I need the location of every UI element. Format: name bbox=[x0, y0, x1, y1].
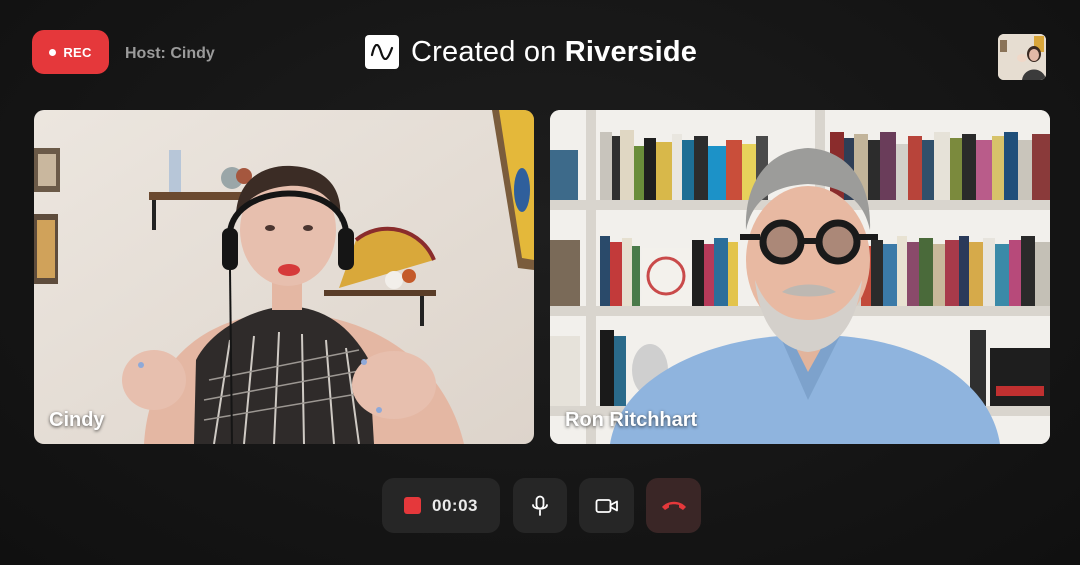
recording-studio: REC Host: Cindy Created on Riverside Cin… bbox=[0, 0, 1080, 565]
participant-name-ron-ritchhart: Ron Ritchhart bbox=[565, 409, 698, 431]
call-controls: 00:03 bbox=[0, 478, 1080, 533]
participant-tile-ron-ritchhart[interactable]: Ron Ritchhart bbox=[550, 110, 1050, 444]
brand-name: Riverside bbox=[564, 35, 698, 68]
video-camera-icon bbox=[595, 498, 618, 513]
participant-name-cindy: Cindy bbox=[49, 409, 105, 431]
record-dot-icon bbox=[49, 48, 57, 56]
participant-tile-cindy[interactable]: Cindy bbox=[34, 110, 534, 444]
stop-recording-button[interactable]: 00:03 bbox=[382, 478, 500, 533]
participant-video-cindy bbox=[34, 110, 534, 444]
recording-badge-label: REC bbox=[63, 44, 92, 60]
participant-video-ron-ritchhart bbox=[550, 110, 1050, 444]
camera-button[interactable] bbox=[579, 478, 634, 533]
recording-timer: 00:03 bbox=[432, 495, 478, 515]
end-call-button[interactable] bbox=[646, 478, 701, 533]
stop-square-icon bbox=[404, 497, 421, 514]
brand-text: Created on Riverside bbox=[411, 36, 697, 69]
brand-prefix: Created on bbox=[411, 35, 565, 68]
microphone-icon bbox=[532, 495, 548, 516]
waveform-icon bbox=[365, 35, 399, 69]
microphone-button[interactable] bbox=[513, 478, 567, 533]
recording-badge: REC bbox=[32, 30, 109, 74]
host-label: Host: Cindy bbox=[125, 45, 215, 62]
hang-up-phone-icon bbox=[661, 501, 686, 510]
self-preview-thumbnail[interactable] bbox=[998, 34, 1046, 80]
brand-watermark: Created on Riverside bbox=[365, 33, 697, 71]
